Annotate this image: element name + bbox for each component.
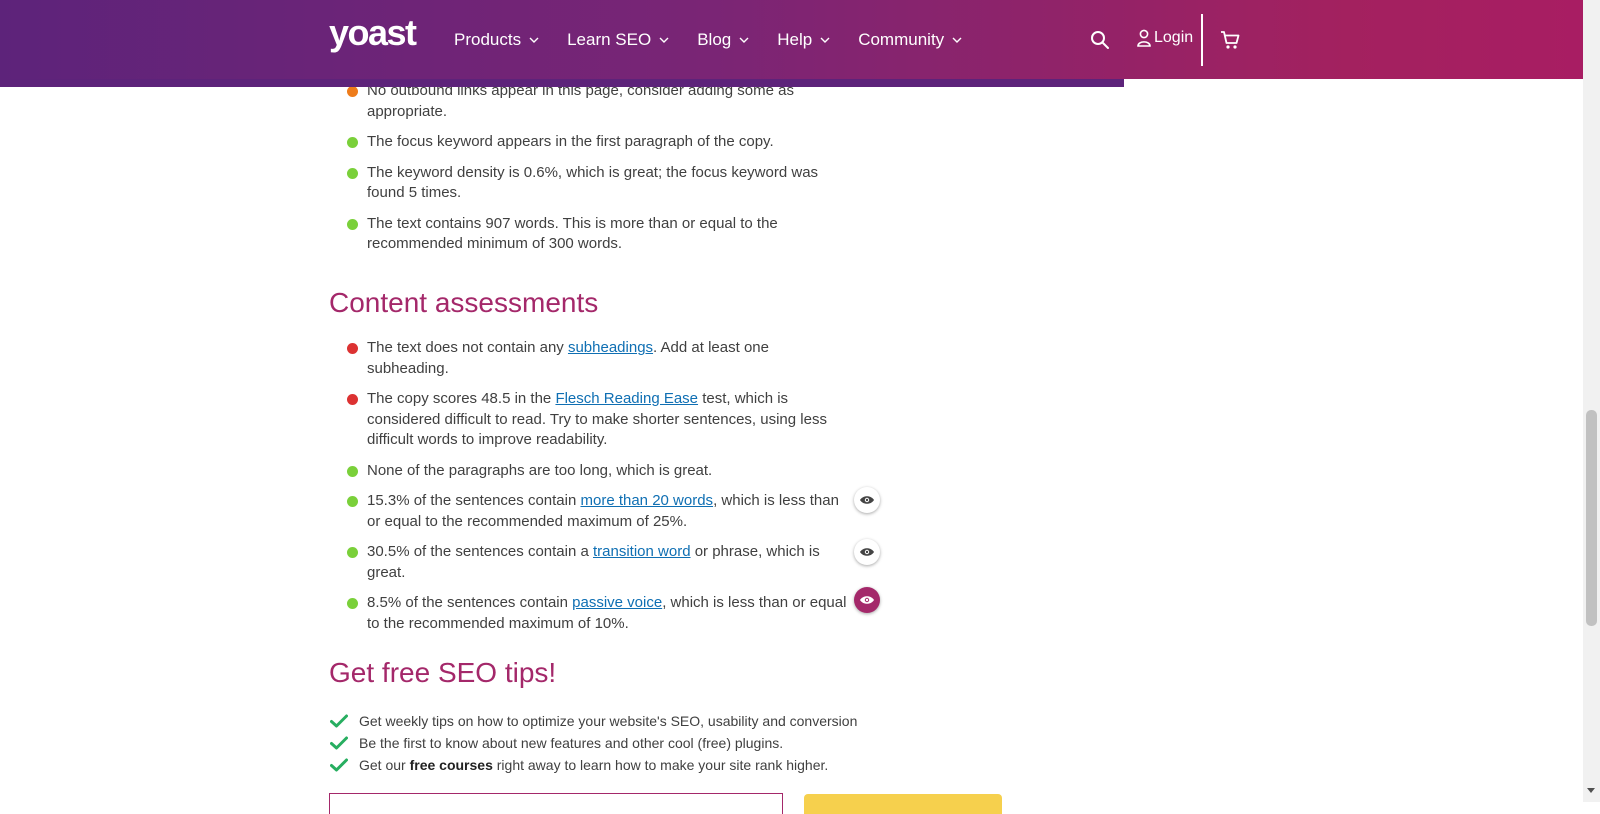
nav-item-label: Blog: [697, 30, 732, 49]
list-item: The text contains 907 words. This is mor…: [329, 214, 849, 255]
assessment-text: The keyword density is 0.6%, which is gr…: [367, 163, 819, 202]
list-item: 30.5% of the sentences contain a transit…: [329, 539, 880, 583]
nav-item-label: Learn SEO: [567, 30, 652, 49]
chevron-down-icon: [659, 37, 669, 43]
subheadings-link[interactable]: subheadings: [568, 339, 653, 356]
tip-text-before: Get our: [359, 757, 410, 773]
list-item: None of the paragraphs are too long, whi…: [329, 461, 849, 482]
newsletter-benefits-list: Get weekly tips on how to optimize your …: [329, 710, 857, 776]
chevron-down-icon: [952, 37, 962, 43]
status-good-icon: [347, 465, 358, 477]
free-courses-text: free courses: [409, 757, 493, 773]
cart-icon[interactable]: [1219, 29, 1241, 51]
page-scrollbar[interactable]: [1583, 0, 1600, 802]
subscribe-button[interactable]: [804, 794, 1002, 814]
status-good-icon: [347, 137, 358, 148]
nav-item-label: Community: [858, 30, 945, 49]
header-divider: [1201, 14, 1203, 66]
status-good-icon: [347, 496, 358, 507]
checkmark-icon: [330, 714, 348, 728]
status-good-icon: [347, 598, 358, 609]
list-item: Get weekly tips on how to optimize your …: [329, 710, 857, 732]
status-good-icon: [347, 218, 358, 230]
status-good-icon: [347, 547, 358, 558]
checkmark-icon: [330, 758, 348, 772]
assessment-text-before: 30.5% of the sentences contain a: [367, 543, 593, 560]
nav-item-help[interactable]: Help: [777, 27, 830, 53]
chevron-down-icon: [529, 37, 539, 43]
newsletter-heading: Get free SEO tips!: [329, 657, 557, 688]
highlight-toggle-button[interactable]: [854, 539, 880, 565]
user-icon: [1137, 29, 1151, 47]
assessment-text-before: The copy scores 48.5 in the: [367, 390, 556, 407]
list-item: Be the first to know about new features …: [329, 732, 857, 754]
more-than-20-words-link[interactable]: more than 20 words: [580, 492, 713, 509]
chevron-down-icon: [739, 37, 749, 43]
nav-item-community[interactable]: Community: [858, 27, 962, 53]
flesch-reading-ease-link[interactable]: Flesch Reading Ease: [555, 390, 698, 407]
content-assessments-heading: Content assessments: [329, 287, 599, 318]
tip-text-after: right away to learn how to make your sit…: [492, 757, 829, 773]
tip-text: Get weekly tips on how to optimize your …: [359, 713, 858, 729]
passive-voice-link[interactable]: passive voice: [572, 594, 662, 611]
seo-assessment-list: No outbound links appear in this page, c…: [329, 81, 849, 255]
nav-item-blog[interactable]: Blog: [697, 27, 749, 53]
list-item: No outbound links appear in this page, c…: [329, 81, 849, 122]
list-item: 8.5% of the sentences contain passive vo…: [329, 587, 880, 634]
main-nav: Products Learn SEO Blog Help Community: [454, 27, 990, 53]
assessment-text: The text contains 907 words. This is mor…: [367, 214, 778, 253]
header-accent-strip: [0, 79, 1124, 87]
status-bad-icon: [347, 343, 358, 354]
list-item: The text does not contain any subheading…: [329, 338, 849, 379]
eye-icon: [860, 496, 874, 504]
status-bad-icon: [347, 394, 358, 405]
content-assessment-list: The text does not contain any subheading…: [329, 338, 880, 634]
list-item: Get our free courses right away to learn…: [329, 754, 857, 776]
yoast-logo[interactable]: yoast: [329, 12, 417, 54]
login-button[interactable]: Login: [1137, 29, 1193, 47]
list-item: 15.3% of the sentences contain more than…: [329, 487, 880, 532]
site-header: yoast Products Learn SEO Blog Help Commu…: [0, 0, 1583, 79]
assessment-text-before: 15.3% of the sentences contain: [367, 492, 581, 509]
email-input[interactable]: [329, 793, 783, 814]
highlight-toggle-button-active[interactable]: [854, 587, 880, 613]
checkmark-icon: [330, 736, 348, 750]
scrollbar-thumb[interactable]: [1586, 410, 1597, 626]
eye-icon: [860, 548, 874, 556]
assessment-text-before: 8.5% of the sentences contain: [367, 594, 573, 611]
assessment-text-before: The text does not contain any: [367, 339, 568, 356]
highlight-toggle-button[interactable]: [854, 487, 880, 513]
chevron-down-icon: [820, 37, 830, 43]
nav-item-label: Products: [454, 30, 522, 49]
login-label: Login: [1154, 29, 1194, 46]
assessment-text: The focus keyword appears in the first p…: [367, 133, 774, 150]
list-item: The focus keyword appears in the first p…: [329, 132, 849, 153]
list-item: The copy scores 48.5 in the Flesch Readi…: [329, 389, 849, 451]
nav-item-label: Help: [777, 30, 813, 49]
assessment-text: None of the paragraphs are too long, whi…: [367, 461, 713, 479]
list-item: The keyword density is 0.6%, which is gr…: [329, 163, 849, 204]
assessment-text: No outbound links appear in this page, c…: [367, 82, 794, 120]
tip-text: Be the first to know about new features …: [359, 735, 784, 751]
eye-icon: [860, 596, 874, 604]
scroll-down-arrow-icon[interactable]: [1587, 788, 1595, 793]
transition-word-link[interactable]: transition word: [593, 543, 691, 560]
status-good-icon: [347, 167, 358, 179]
nav-item-products[interactable]: Products: [454, 27, 539, 53]
nav-item-learn-seo[interactable]: Learn SEO: [567, 27, 669, 53]
search-icon[interactable]: [1089, 29, 1111, 51]
status-ok-icon: [347, 86, 358, 97]
